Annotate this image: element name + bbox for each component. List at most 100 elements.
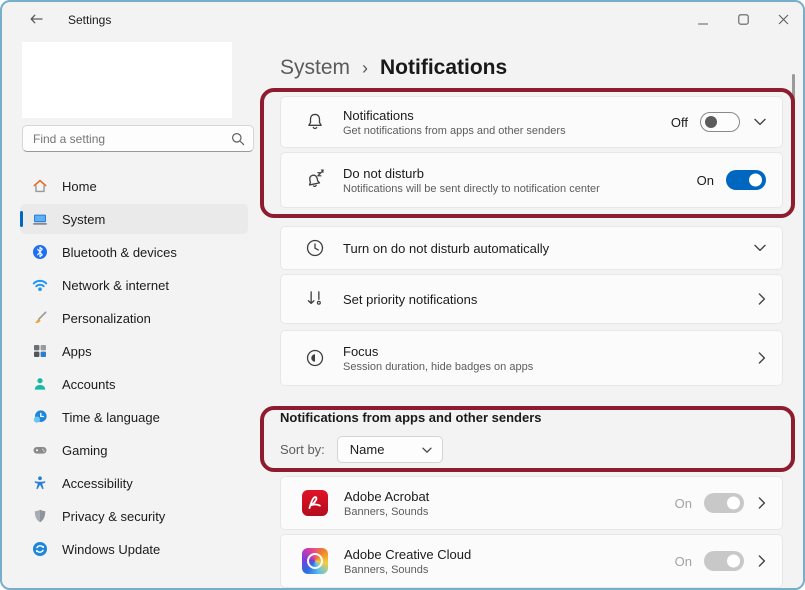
sidebar-item-label: Time & language xyxy=(62,410,160,425)
sidebar-item-privacy-security[interactable]: Privacy & security xyxy=(20,501,248,531)
chevron-down-icon xyxy=(422,441,432,459)
sidebar-item-system[interactable]: System xyxy=(20,204,248,234)
close-button[interactable] xyxy=(763,2,803,38)
adobe-acrobat-icon xyxy=(302,490,328,516)
adobe-creative-cloud-icon xyxy=(302,548,328,574)
chevron-right-icon[interactable] xyxy=(758,497,766,509)
sidebar-item-label: Apps xyxy=(62,344,92,359)
dnd-automatic-card[interactable]: Turn on do not disturb automatically xyxy=(280,226,783,270)
priority-notifications-card[interactable]: Set priority notifications xyxy=(280,274,783,324)
do-not-disturb-card[interactable]: Do not disturb Notifications will be sen… xyxy=(280,152,783,208)
accessibility-icon xyxy=(32,475,48,491)
sidebar-item-label: Accounts xyxy=(62,377,115,392)
sidebar-item-label: System xyxy=(62,212,105,227)
bell-icon xyxy=(304,111,326,133)
sidebar-item-accounts[interactable]: Accounts xyxy=(20,369,248,399)
sidebar-item-label: Gaming xyxy=(62,443,108,458)
toggle-state-label: On xyxy=(675,496,692,511)
notifications-card[interactable]: Notifications Get notifications from app… xyxy=(280,96,783,148)
breadcrumb-separator: › xyxy=(362,58,368,79)
sort-by-label: Sort by: xyxy=(280,442,325,457)
back-arrow-icon xyxy=(29,12,44,29)
priority-icon xyxy=(304,288,326,310)
adobe-acrobat-toggle[interactable] xyxy=(704,493,744,513)
clock-icon xyxy=(304,237,326,259)
sidebar-item-label: Personalization xyxy=(62,311,151,326)
card-subtitle: Session duration, hide badges on apps xyxy=(343,361,744,373)
bell-snooze-icon xyxy=(304,169,326,191)
focus-icon xyxy=(304,347,326,369)
maximize-button[interactable] xyxy=(723,2,763,38)
sidebar-item-label: Bluetooth & devices xyxy=(62,245,177,260)
card-title: Focus xyxy=(343,344,744,359)
do-not-disturb-toggle[interactable] xyxy=(726,170,766,190)
page-title: Notifications xyxy=(380,56,507,80)
card-subtitle: Notifications will be sent directly to n… xyxy=(343,183,697,195)
chevron-right-icon[interactable] xyxy=(758,293,766,305)
card-title: Set priority notifications xyxy=(343,292,744,307)
search-input[interactable] xyxy=(22,125,254,152)
sidebar-item-bluetooth-devices[interactable]: Bluetooth & devices xyxy=(20,237,248,267)
sort-dropdown-value: Name xyxy=(350,442,422,457)
app-name: Adobe Acrobat xyxy=(344,489,675,504)
sidebar-item-time-language[interactable]: Time & language xyxy=(20,402,248,432)
breadcrumb-system[interactable]: System xyxy=(280,56,350,80)
chevron-right-icon[interactable] xyxy=(758,352,766,364)
breadcrumb: System › Notifications xyxy=(280,54,783,82)
maximize-icon xyxy=(738,13,749,28)
apps-section-header: Notifications from apps and other sender… xyxy=(280,410,783,425)
card-subtitle: Get notifications from apps and other se… xyxy=(343,125,671,137)
sidebar-item-label: Network & internet xyxy=(62,278,169,293)
sidebar-item-accessibility[interactable]: Accessibility xyxy=(20,468,248,498)
apps-icon xyxy=(32,343,48,359)
app-row-adobe-creative-cloud[interactable]: Adobe Creative Cloud Banners, Sounds On xyxy=(280,534,783,588)
app-subtitle: Banners, Sounds xyxy=(344,564,675,576)
sidebar-item-label: Home xyxy=(62,179,97,194)
privacy-security-icon xyxy=(32,508,48,524)
sidebar-item-home[interactable]: Home xyxy=(20,171,248,201)
card-title: Turn on do not disturb automatically xyxy=(343,241,740,256)
network-icon xyxy=(32,277,48,293)
search-icon xyxy=(231,132,245,151)
windows-update-icon xyxy=(32,541,48,557)
settings-window: Settings xyxy=(0,0,805,590)
focus-card[interactable]: Focus Session duration, hide badges on a… xyxy=(280,330,783,386)
sidebar-item-label: Privacy & security xyxy=(62,509,165,524)
scrollbar-thumb[interactable] xyxy=(792,74,795,144)
sidebar-item-label: Accessibility xyxy=(62,476,133,491)
sidebar-item-gaming[interactable]: Gaming xyxy=(20,435,248,465)
toggle-state-label: Off xyxy=(671,115,688,130)
sort-dropdown[interactable]: Name xyxy=(337,436,443,463)
sidebar-item-windows-update[interactable]: Windows Update xyxy=(20,534,248,564)
time-language-icon xyxy=(32,409,48,425)
sidebar-item-personalization[interactable]: Personalization xyxy=(20,303,248,333)
main-content: System › Notifications Notifications Get… xyxy=(260,38,803,590)
chevron-down-icon[interactable] xyxy=(754,244,766,252)
minimize-button[interactable] xyxy=(683,2,723,38)
sidebar-item-apps[interactable]: Apps xyxy=(20,336,248,366)
app-name: Adobe Creative Cloud xyxy=(344,547,675,562)
sidebar-item-network-internet[interactable]: Network & internet xyxy=(20,270,248,300)
sidebar: Home System Bluetooth & devices Network … xyxy=(2,38,260,590)
close-icon xyxy=(778,13,789,28)
home-icon xyxy=(32,178,48,194)
notifications-toggle[interactable] xyxy=(700,112,740,132)
chevron-right-icon[interactable] xyxy=(758,555,766,567)
chevron-down-icon[interactable] xyxy=(754,118,766,126)
window-title: Settings xyxy=(68,13,111,27)
card-title: Notifications xyxy=(343,108,671,123)
system-icon xyxy=(32,211,48,227)
app-subtitle: Banners, Sounds xyxy=(344,506,675,518)
profile-area-redacted xyxy=(22,42,232,118)
sidebar-nav: Home System Bluetooth & devices Network … xyxy=(2,171,260,564)
titlebar: Settings xyxy=(2,2,803,38)
back-button[interactable] xyxy=(28,12,44,28)
bluetooth-icon xyxy=(32,244,48,260)
card-title: Do not disturb xyxy=(343,166,697,181)
adobe-creative-cloud-toggle[interactable] xyxy=(704,551,744,571)
minimize-icon xyxy=(698,13,708,28)
personalization-icon xyxy=(32,310,48,326)
app-row-adobe-acrobat[interactable]: Adobe Acrobat Banners, Sounds On xyxy=(280,476,783,530)
gaming-icon xyxy=(32,442,48,458)
toggle-state-label: On xyxy=(675,554,692,569)
